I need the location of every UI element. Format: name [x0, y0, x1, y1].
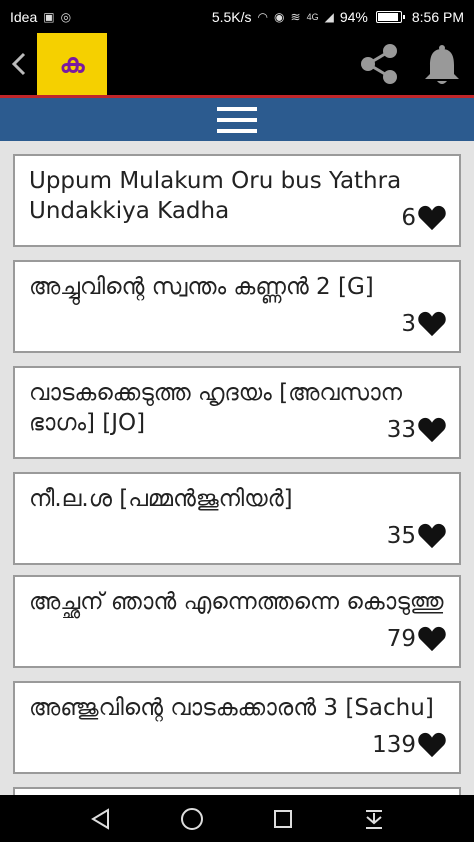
story-card[interactable]: അച്ചുവിന്റെ സ്വന്തം കണ്ണൻ 2 [G] 3 [13, 260, 461, 353]
nav-recents-button[interactable] [268, 804, 298, 834]
story-title: അച്ഛന് ഞാൻ എന്നെത്തന്നെ കൊടുത്തു [29, 589, 444, 615]
menu-icon-bar [217, 106, 257, 111]
nav-home-button[interactable] [177, 804, 207, 834]
app-logo[interactable]: ക [37, 33, 107, 95]
app-bar: ക [0, 33, 474, 95]
story-title: വാടകക്കെടുത്ത ഹൃദയം [അവസാന ഭാഗം] [JO] [29, 380, 403, 436]
triangle-back-icon [90, 807, 109, 830]
square-recents-icon [273, 809, 292, 828]
story-likes: 139 [372, 732, 447, 758]
notification-icon: ▣ [43, 9, 55, 24]
story-card[interactable]: നീ.ല.ശ [പമ്മൻജൂനിയർ] 35 [13, 472, 461, 565]
signal-icon: ◢ [324, 9, 334, 24]
eye-icon: ◉ [274, 9, 285, 24]
circle-home-icon [180, 807, 203, 830]
menu-button[interactable] [217, 105, 257, 135]
wifi-icon: ≋ [290, 9, 301, 24]
story-title: Uppum Mulakum Oru bus Yathra Undakkiya K… [29, 168, 402, 224]
story-likes: 33 [387, 417, 447, 443]
heart-icon[interactable] [417, 523, 447, 549]
chevron-left-icon [11, 52, 26, 76]
heart-icon[interactable] [417, 626, 447, 652]
menu-icon-bar [217, 117, 257, 122]
heart-icon[interactable] [417, 732, 447, 758]
clock: 8:56 PM [411, 8, 464, 25]
like-count: 33 [386, 417, 416, 443]
status-bar: Idea ▣ ◎ 5.5K/s ◠ ◉ ≋ 4G ◢ 94% 8:56 PM [0, 0, 474, 33]
whatsapp-icon: ◎ [60, 9, 72, 24]
carrier-label: Idea [10, 8, 38, 25]
battery-percent: 94% [339, 8, 368, 25]
story-card[interactable]: വാടകക്കെടുത്ത ഹൃദയം [അവസാന ഭാഗം] [JO] 33 [13, 366, 461, 459]
notifications-button[interactable] [420, 41, 464, 87]
pull-down-icon [365, 809, 382, 829]
heart-icon[interactable] [417, 417, 447, 443]
network-type: 4G [306, 11, 319, 22]
system-nav-bar [0, 795, 474, 842]
like-count: 35 [386, 523, 416, 549]
story-card-partial[interactable] [13, 787, 461, 795]
like-count: 139 [372, 732, 416, 758]
story-likes: 79 [387, 626, 447, 652]
bell-icon [425, 45, 459, 84]
share-button[interactable] [356, 41, 402, 87]
like-count: 3 [401, 311, 416, 337]
story-likes: 3 [401, 311, 447, 337]
story-title: നീ.ല.ശ [പമ്മൻജൂനിയർ] [29, 486, 293, 512]
heart-icon[interactable] [417, 205, 447, 231]
network-speed: 5.5K/s [211, 8, 252, 25]
story-card[interactable]: അഞ്ജുവിന്റെ വാടകക്കാരൻ 3 [Sachu] 139 [13, 681, 461, 774]
like-count: 79 [386, 626, 416, 652]
like-count: 6 [401, 205, 416, 231]
story-list[interactable]: Uppum Mulakum Oru bus Yathra Undakkiya K… [0, 141, 474, 795]
nav-back-button[interactable] [86, 804, 116, 834]
share-icon [361, 44, 397, 84]
story-likes: 6 [401, 205, 447, 231]
back-button[interactable] [6, 46, 32, 82]
menu-icon-bar [217, 128, 257, 133]
story-card[interactable]: അച്ഛന് ഞാൻ എന്നെത്തന്നെ കൊടുത്തു 79 [13, 575, 461, 668]
heart-icon[interactable] [417, 311, 447, 337]
menu-bar [0, 98, 474, 141]
nav-notification-shade-button[interactable] [359, 804, 389, 834]
battery-icon [375, 10, 405, 23]
logo-text: ക [59, 48, 85, 79]
story-title: അഞ്ജുവിന്റെ വാടകക്കാരൻ 3 [Sachu] [29, 695, 434, 721]
headset-icon: ◠ [257, 9, 269, 24]
story-title: അച്ചുവിന്റെ സ്വന്തം കണ്ണൻ 2 [G] [29, 274, 374, 300]
story-card[interactable]: Uppum Mulakum Oru bus Yathra Undakkiya K… [13, 154, 461, 247]
story-likes: 35 [387, 523, 447, 549]
